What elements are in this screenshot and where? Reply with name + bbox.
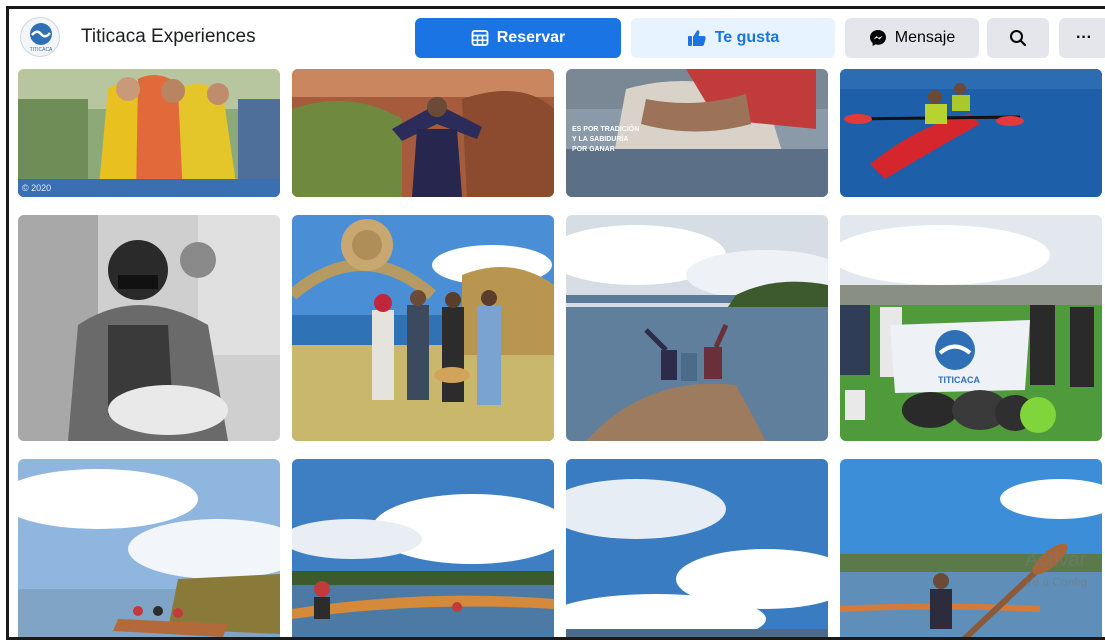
reservar-label: Reservar <box>496 29 566 46</box>
photo-sky-reeds-boat[interactable] <box>18 459 280 637</box>
avatar-text: TITICACA <box>29 47 53 53</box>
thumbs-up-icon <box>687 29 707 47</box>
messenger-icon <box>869 29 887 47</box>
page-avatar[interactable]: TITICACA <box>20 17 60 57</box>
photo-woman-knitting-bw[interactable] <box>18 215 280 441</box>
photo-kayakers-lake[interactable] <box>840 69 1102 197</box>
photo-copyright: © 2020 <box>22 183 52 193</box>
photo-blue-sky-clouds[interactable] <box>566 459 828 637</box>
like-label: Te gusta <box>714 29 780 46</box>
photo-women-in-reeds[interactable]: © 2020 <box>18 69 280 197</box>
reservar-button[interactable]: Reservar <box>415 18 621 58</box>
photo-caption-line: Y LA SABIDURÍA <box>572 136 629 143</box>
message-label: Mensaje <box>894 29 956 46</box>
photo-cleanup-team-banner[interactable]: TITICACA <box>840 215 1102 441</box>
photo-weaving-hands[interactable]: ES POR TRADICIÓN Y LA SABIDURÍA POR GANA… <box>566 69 828 197</box>
search-button[interactable] <box>987 18 1049 58</box>
search-icon <box>1009 29 1027 47</box>
more-button[interactable]: ··· <box>1059 18 1105 58</box>
photo-woman-open-arms-rocks[interactable] <box>292 69 554 197</box>
watermark-subtitle: Ve a Config <box>1025 575 1088 589</box>
photo-caption-line: ES POR TRADICIÓN <box>572 126 640 133</box>
like-button[interactable]: Te gusta <box>631 18 835 58</box>
page-header: TITICACA Titicaca Experiences Reservar T… <box>9 9 1105 67</box>
photo-friends-on-rock-lake[interactable] <box>566 215 828 441</box>
page-frame: © 2020 ES POR TRADICIÓN Y LA SABIDURÍA P… <box>6 6 1105 640</box>
photo-group-uros-sun-arch[interactable] <box>292 215 554 441</box>
windows-activation-watermark: Activar Ve a Config <box>1025 549 1087 593</box>
message-button[interactable]: Mensaje <box>845 18 979 58</box>
photo-caption: ES POR TRADICIÓN Y LA SABIDURÍA POR GANA… <box>572 125 639 155</box>
watermark-title: Activar <box>1025 549 1087 571</box>
more-dots-icon: ··· <box>1076 29 1092 46</box>
photo-kayak-clouds-shore[interactable] <box>292 459 554 637</box>
page-title[interactable]: Titicaca Experiences <box>81 26 256 48</box>
photo-caption-line: POR GANAR <box>572 146 615 153</box>
calendar-grid-icon <box>471 29 489 47</box>
banner-text: TITICACA <box>938 375 980 385</box>
